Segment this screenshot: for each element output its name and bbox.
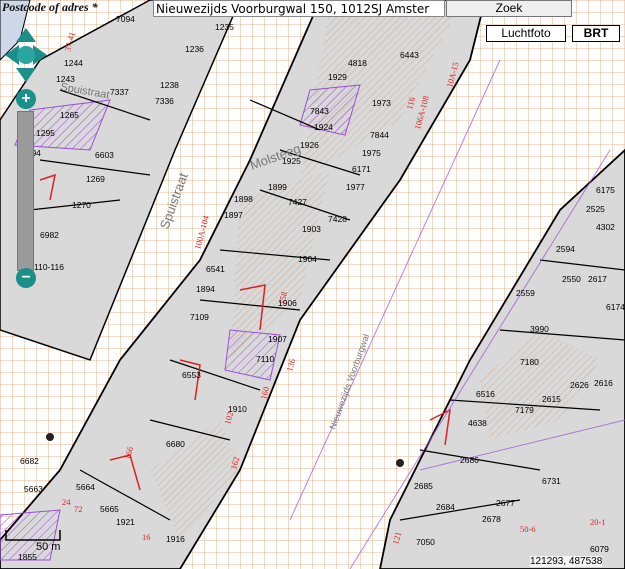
parcel-number: 2684 <box>436 502 455 512</box>
parcel-number: 4638 <box>468 418 487 428</box>
parcel-number: 6982 <box>40 230 59 240</box>
house-number-range: 20-1 <box>590 517 606 527</box>
parcel-number: 2686 <box>460 455 479 465</box>
address-label: Postcode of adres * <box>2 0 98 14</box>
parcel-number: 7843 <box>310 106 329 116</box>
parcel-number: 1243 <box>56 74 75 84</box>
parcel-number: 5664 <box>76 482 95 492</box>
parcel-number: 4818 <box>348 58 367 68</box>
parcel-number: 1921 <box>116 517 135 527</box>
zoom-out-button[interactable]: − <box>16 268 36 288</box>
parcel-number: 1924 <box>314 122 333 132</box>
parcel-number: 6541 <box>206 264 225 274</box>
parcel-number: 2550 <box>562 274 581 284</box>
scale-label: 50 m <box>36 541 61 553</box>
parcel-number: 1907 <box>268 334 287 344</box>
pan-up-icon[interactable] <box>16 28 36 42</box>
parcel-number: 4302 <box>596 222 615 232</box>
parcel-number: 1903 <box>302 224 321 234</box>
cadastral-map[interactable]: Spuistraat Nieuwezijds Voorburgwal Molst… <box>0 0 625 569</box>
parcel-number: 7050 <box>416 537 435 547</box>
house-number-range: 16 <box>142 532 151 542</box>
parcel-number: 110-116 <box>34 262 64 272</box>
parcel-number: 5663 <box>24 484 43 494</box>
house-number-range: 24 <box>62 497 71 507</box>
parcel-number: 1899 <box>268 182 287 192</box>
parcel-number: 1265 <box>60 110 79 120</box>
zoom-in-button[interactable]: + <box>16 89 36 109</box>
house-number-range: 50-6 <box>520 524 536 534</box>
parcel-number: 2559 <box>516 288 535 298</box>
parcel-number: 1894 <box>196 284 215 294</box>
parcel-number: 7428 <box>328 214 347 224</box>
parcel-number: 6680 <box>166 439 185 449</box>
parcel-number: 7180 <box>520 357 539 367</box>
parcel-number: 7427 <box>288 197 307 207</box>
parcel-number: 2677 <box>496 498 515 508</box>
parcel-number: 7179 <box>515 405 534 415</box>
parcel-number: 6174 <box>606 302 625 312</box>
parcel-number: 1235 <box>215 22 234 32</box>
parcel-number: 1244 <box>64 58 83 68</box>
parcel-number: 1269 <box>86 174 105 184</box>
parcel-number: 2594 <box>556 244 575 254</box>
brt-button[interactable]: BRT <box>572 25 620 42</box>
parcel-number: 1238 <box>160 80 179 90</box>
address-input[interactable] <box>153 0 445 17</box>
parcel-number: 2616 <box>594 378 613 388</box>
parcel-number: 6731 <box>542 476 561 486</box>
parcel-number: 7109 <box>190 312 209 322</box>
coordinate-readout: 121293, 487538 <box>530 556 603 567</box>
parcel-number: 7337 <box>110 87 129 97</box>
parcel-number: 1973 <box>372 98 391 108</box>
zoom-slider[interactable] <box>17 111 34 271</box>
parcel-number: 7110 <box>256 354 275 364</box>
parcel-number: 7844 <box>370 130 389 140</box>
pan-left-icon[interactable] <box>5 45 19 65</box>
parcel-number: 7336 <box>155 96 174 106</box>
parcel-number: 7094 <box>116 14 135 24</box>
parcel-number: 1916 <box>166 534 185 544</box>
parcel-number: 2525 <box>586 204 605 214</box>
parcel-number: 1855 <box>18 552 37 562</box>
parcel-number: 1975 <box>362 148 381 158</box>
parcel-number: 6175 <box>596 185 615 195</box>
parcel-number: 2685 <box>414 481 433 491</box>
parcel-number: 6682 <box>20 456 39 466</box>
parcel-number: 2678 <box>482 514 501 524</box>
parcel-number: 6443 <box>400 50 419 60</box>
search-button[interactable]: Zoek <box>446 0 572 17</box>
parcel-number: 1897 <box>224 210 243 220</box>
parcel-number: 1925 <box>282 156 301 166</box>
parcel-number: 1270 <box>72 200 91 210</box>
parcel-number: 5665 <box>100 504 119 514</box>
pan-control[interactable] <box>5 28 47 82</box>
parcel-number: 1977 <box>346 182 365 192</box>
house-number-range: 72 <box>74 504 83 514</box>
parcel-number: 1295 <box>36 128 55 138</box>
parcel-number: 3990 <box>530 324 549 334</box>
parcel-number: 2626 <box>570 380 589 390</box>
pan-down-icon[interactable] <box>16 68 36 82</box>
parcel-number: 1929 <box>328 72 347 82</box>
parcel-number: 6603 <box>95 150 114 160</box>
parcel-number: 1898 <box>234 194 253 204</box>
aerial-photo-button[interactable]: Luchtfoto <box>486 25 566 42</box>
parcel-number: 2617 <box>588 274 607 284</box>
pan-right-icon[interactable] <box>33 45 47 65</box>
parcel-number: 6079 <box>590 544 609 554</box>
parcel-number: 6171 <box>352 164 371 174</box>
scale-bar <box>5 530 61 541</box>
parcel-number: 6553 <box>182 370 201 380</box>
parcel-number: 1904 <box>298 254 317 264</box>
parcel-number: 6516 <box>476 389 495 399</box>
parcel-number: 1236 <box>185 44 204 54</box>
parcel-number: 1926 <box>300 140 319 150</box>
parcel-number: 2615 <box>542 394 561 404</box>
